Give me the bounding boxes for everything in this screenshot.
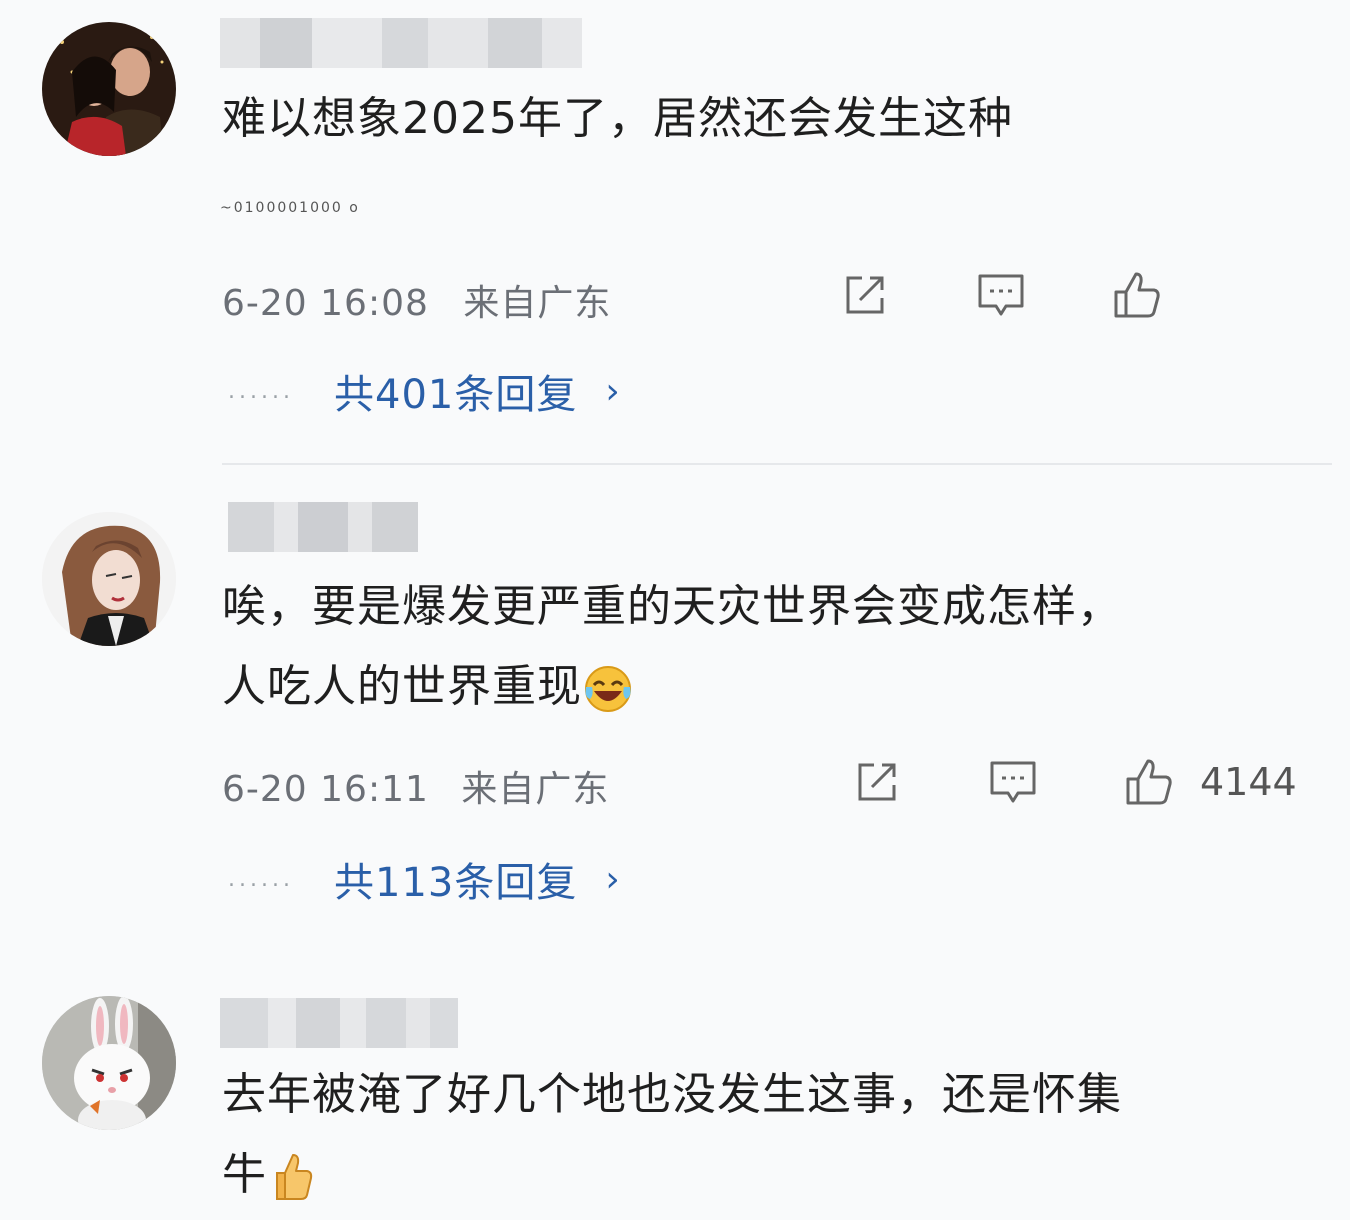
chevron-right-icon[interactable]: › (605, 371, 619, 412)
comment-meta: 6-20 16:11 来自广东 (222, 760, 609, 812)
dots-decoration: ...... (228, 866, 294, 892)
comment-text-blurred: ~0100001000 o (220, 200, 360, 216)
username-blurred[interactable] (220, 18, 582, 68)
comment-time: 6-20 16:08 (222, 283, 429, 324)
comment-meta: 6-20 16:08 来自广东 (222, 274, 611, 326)
comment-text-line-2-text: 人吃人的世界重现 (222, 661, 582, 712)
comment-actions (840, 270, 1162, 320)
divider (222, 463, 1332, 465)
thumbs-up-emoji (276, 1154, 313, 1200)
view-replies-link[interactable]: 共113条回复 (334, 850, 577, 908)
thumbs-up-icon[interactable] (1112, 270, 1162, 320)
username-blurred[interactable] (220, 998, 458, 1048)
comment-text-line-2-text: 牛 (222, 1149, 267, 1200)
laughing-crying-emoji (585, 666, 631, 712)
replies-row[interactable]: ...... 共401条回复 › (228, 362, 620, 420)
username-blurred[interactable] (228, 502, 418, 552)
replies-row[interactable]: ...... 共113条回复 › (228, 850, 620, 908)
comment-text-line-1: 去年被淹了好几个地也没发生这事，还是怀集 (222, 1069, 1122, 1120)
comment-icon[interactable] (976, 270, 1026, 320)
comment-text: 难以想象2025年了，居然还会发生这种 (222, 93, 1013, 144)
comment-actions: 4144 (852, 757, 1297, 807)
dots-decoration: ...... (228, 378, 294, 404)
comment-time: 6-20 16:11 (222, 769, 429, 810)
comment-text-line-2: 人吃人的世界重现 (222, 654, 634, 720)
comment-location: 来自广东 (463, 283, 612, 324)
avatar[interactable] (42, 512, 176, 646)
view-replies-link[interactable]: 共401条回复 (334, 362, 577, 420)
comment-text-line-2: 牛 (222, 1142, 315, 1208)
avatar[interactable] (42, 22, 176, 156)
thumbs-up-icon[interactable] (1124, 757, 1174, 807)
comment-location: 来自广东 (461, 769, 610, 810)
comment-text-line-1: 唉，要是爆发更严重的天灾世界会变成怎样， (222, 581, 1122, 632)
share-icon[interactable] (852, 757, 902, 807)
chevron-right-icon[interactable]: › (605, 859, 619, 900)
share-icon[interactable] (840, 270, 890, 320)
comment-icon[interactable] (988, 757, 1038, 807)
avatar[interactable] (42, 996, 176, 1130)
like-count: 4144 (1200, 760, 1297, 804)
